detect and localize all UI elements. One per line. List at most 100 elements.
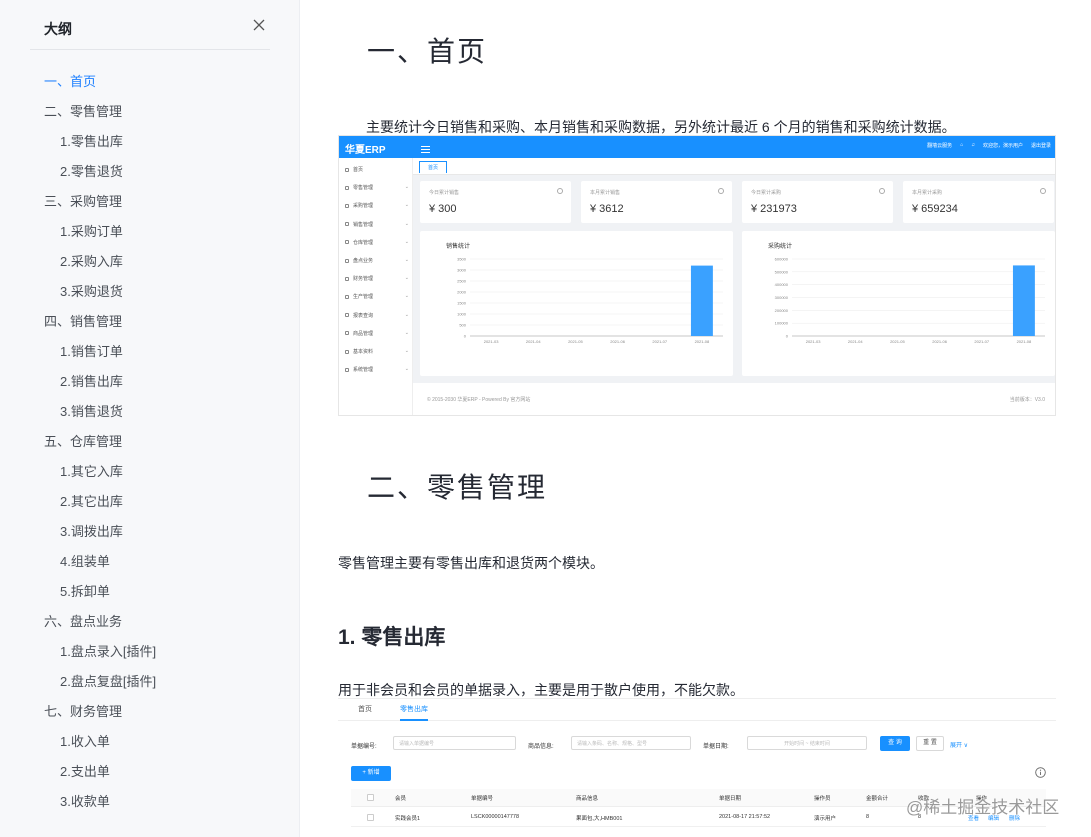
y-tick-label: 100000 [775,321,789,326]
erp-sidebar-item: 生产管理 ⌄ [345,293,409,300]
expand-button: 展开 ∨ [950,743,969,749]
chevron-down-icon: ⌄ [404,329,409,336]
y-tick-label: 3500 [457,257,467,262]
filter-label-goods: 商品信息: [528,744,554,750]
erp-topbar-actions: 翻墙云服务 ⌂ ♫ 欢迎您，演示用户 退出登录 [927,142,1051,149]
x-tick-label: 2021-05 [890,339,905,344]
info-icon [1035,765,1046,778]
chart-title: 销售统计 [446,242,470,250]
filter-label-number: 单据编号: [351,744,377,750]
menu-item-icon [345,258,349,263]
outline-item[interactable]: 3.收款单 [0,787,300,817]
outline-item[interactable]: 3.调拨出库 [0,517,300,547]
erp-sidebar-label: 报表查询 [353,312,374,319]
outline-item[interactable]: 1.零售出库 [0,127,300,157]
outline-item[interactable]: 二、零售管理 [0,97,300,127]
stat-card-label: 今日累计销售 [429,190,460,196]
stat-card-value: ¥ 3612 [590,203,624,215]
erp-sidebar-label: 系统管理 [353,367,374,374]
column-header: 商品信息 [576,796,599,802]
erp-footer-copyright: © 2015-2030 华夏ERP - Powered By 官方网站 [427,397,531,403]
close-icon[interactable] [250,16,268,34]
column-header: 会员 [395,796,407,802]
erp-topbar-item: ⌂ [960,142,964,148]
y-tick-label: 0 [786,334,789,339]
heading-retail-outbound: 1. 零售出库 [338,621,445,651]
y-tick-label: 3000 [457,268,467,273]
column-header: 金额合计 [866,796,889,802]
reset-button: 重 置 [916,736,944,751]
x-tick-label: 2021-03 [484,339,499,344]
filter-input-date: 开始时间 ~ 结束时间 [747,736,867,750]
add-button: + 新增 [351,766,391,781]
outline-item[interactable]: 1.销售订单 [0,337,300,367]
query-button: 查 询 [880,736,910,751]
outline-item[interactable]: 一、首页 [0,67,300,97]
outline-item[interactable]: 5.拆卸单 [0,577,300,607]
erp-footer-version: 当前版本：V3.0 [1009,397,1045,403]
outline-item[interactable]: 七、财务管理 [0,697,300,727]
menu-item-icon [345,222,349,227]
sales-chart-panel: 销售统计 0 500 1000 1500 2000 2500 3000 3500 2021-03 2… [420,231,733,376]
stat-card-label: 今日累计采购 [751,190,782,196]
erp-sidebar-label: 销售管理 [353,221,374,228]
outline-item[interactable]: 六、盘点业务 [0,607,300,637]
outline-item[interactable]: 三、采购管理 [0,187,300,217]
outline-item[interactable]: 2.零售退货 [0,157,300,187]
menu-item-icon [345,313,349,318]
erp-sidebar-label: 财务管理 [353,276,374,283]
outline-item[interactable]: 2.盘点复盘[插件] [0,667,300,697]
erp-sidebar-item: 采购管理 ⌄ [345,202,409,209]
cell-member: 实践会员1 [395,816,421,822]
x-tick-label: 2021-05 [568,339,583,344]
outline-item[interactable]: 2.其它出库 [0,487,300,517]
outline-item[interactable]: 2.支出单 [0,757,300,787]
outline-item[interactable]: 五、仓库管理 [0,427,300,457]
chart-title: 采购统计 [768,242,792,250]
menu-icon [421,141,430,153]
outline-item[interactable]: 3.采购退货 [0,277,300,307]
erp-sidebar-item: 盘点业务 ⌄ [345,257,409,264]
cell-amount: 8 [866,814,870,820]
x-tick-label: 2021-08 [695,339,710,344]
outline-item[interactable]: 1.采购订单 [0,217,300,247]
erp-sidebar: 首页 零售管理 ⌄ 采购管理 ⌄ 销售管理 ⌄ 仓库管理 ⌄ 盘点业务 ⌄ 财务管理 ⌄ 生产管理 ⌄ 报表查… [339,158,413,415]
outline-item[interactable]: 4.组装单 [0,547,300,577]
chevron-down-icon: ⌄ [404,311,409,318]
stat-card-value: ¥ 659234 [912,203,958,215]
erp-topbar-item: 退出登录 [1030,143,1051,149]
purchase-chart: 采购统计 0 100000 200000 300000 400000 500000 60000… [768,242,1045,344]
chevron-down-icon: ⌄ [404,293,409,300]
erp-sidebar-label: 仓库管理 [353,239,374,246]
outline-sidebar: 大纲 一、首页 二、零售管理 1.零售出库 2.零售退货 三、采购管理 1.采购订单 2.采… [0,0,300,837]
outline-item[interactable]: 1.收入单 [0,727,300,757]
heading-retail: 二、零售管理 [367,471,548,504]
paragraph-outbound: 用于非会员和会员的单据录入，主要是用于散户使用，不能欠款。 [338,682,744,698]
cell-date: 2021-08-17 21:57:52 [719,814,771,820]
outline-list: 一、首页 二、零售管理 1.零售出库 2.零售退货 三、采购管理 1.采购订单 2.采购入库… [0,67,300,817]
erp-topbar-item: ♫ [971,142,975,148]
outline-item[interactable]: 四、销售管理 [0,307,300,337]
erp-brand: 华夏ERP [345,145,386,156]
erp-sidebar-item: 销售管理 ⌄ [345,221,409,228]
x-tick-label: 2021-06 [610,339,625,344]
stat-card: 本月累计销售 ¥ 3612 [581,181,732,223]
erp-sidebar-label: 基本资料 [353,349,374,355]
outline-item[interactable]: 2.采购入库 [0,247,300,277]
outline-header: 大纲 [30,14,270,50]
retail-tab-outbound: 零售出库 [400,704,428,721]
outline-item[interactable]: 1.其它入库 [0,457,300,487]
erp-sidebar-label: 商品管理 [353,330,374,337]
erp-dashboard-screenshot: 华夏ERP 翻墙云服务 ⌂ ♫ 欢迎您，演示用户 退出登录 首页 零售管理 ⌄ 采购管理 ⌄ 销售… [338,135,1056,416]
chevron-down-icon: ⌄ [404,257,409,263]
retail-tabs: 首页 零售出库 [338,699,1056,721]
y-tick-label: 1000 [457,312,467,317]
outline-item[interactable]: 1.盘点录入[插件] [0,637,300,667]
outline-item[interactable]: 3.销售退货 [0,397,300,427]
chevron-down-icon: ⌄ [404,184,409,191]
y-tick-label: 2500 [457,279,467,284]
x-tick-label: 2021-04 [848,339,863,344]
erp-sidebar-label: 生产管理 [353,294,374,301]
outline-item[interactable]: 2.销售出库 [0,367,300,397]
y-tick-label: 600000 [775,257,789,262]
